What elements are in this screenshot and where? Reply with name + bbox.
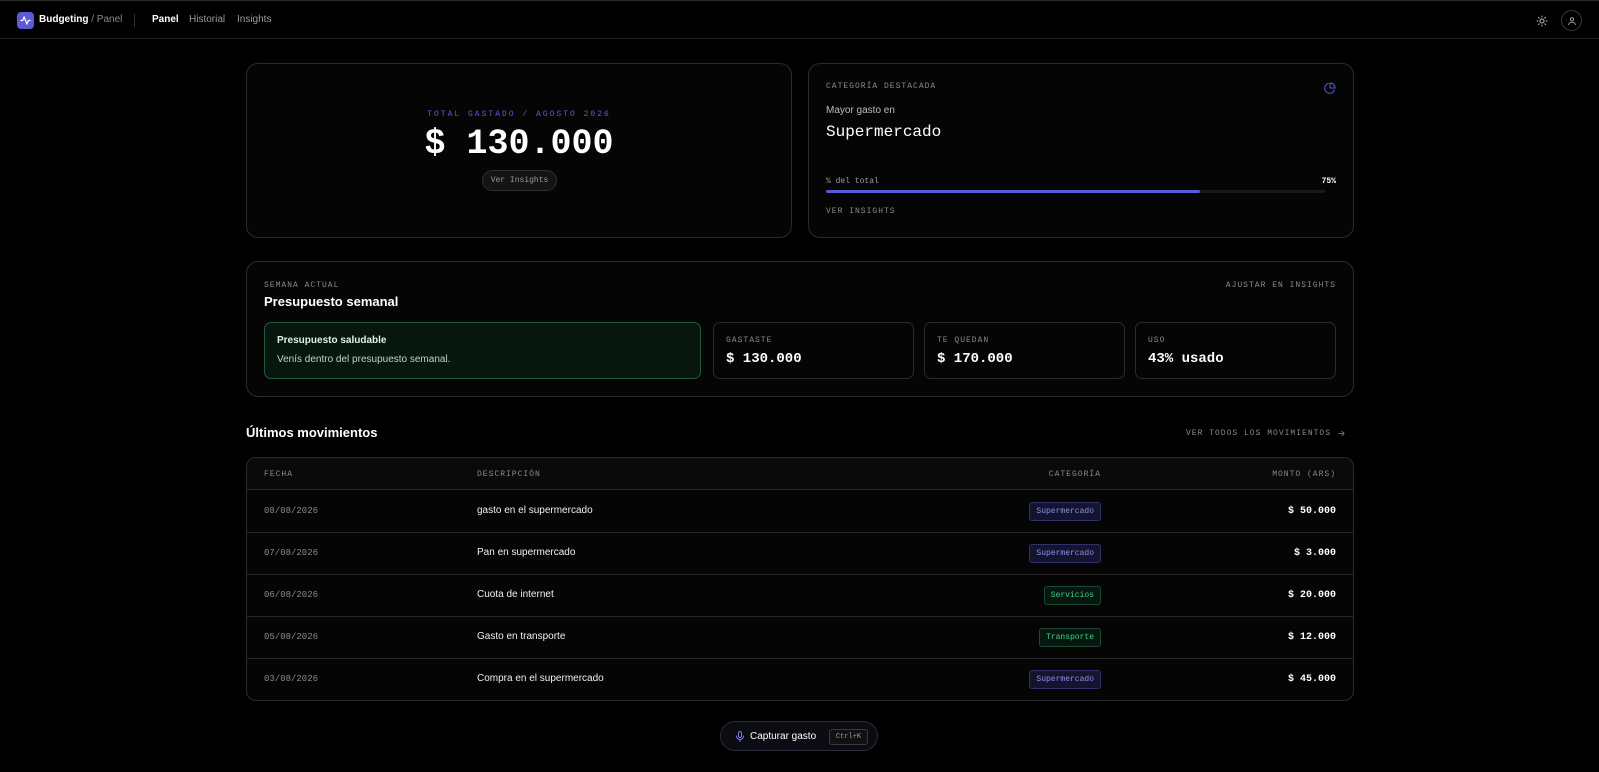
category-badge: Supermercado xyxy=(1029,502,1101,521)
keyboard-shortcut-badge: Ctrl+K xyxy=(829,729,868,745)
view-all-movements-label: VER TODOS LOS MOVIMIENTOS xyxy=(1186,429,1332,438)
ver-insights-link[interactable]: VER INSIGHTS xyxy=(826,207,896,216)
category-badge: Supermercado xyxy=(1029,544,1101,563)
row-description: gasto en el supermercado xyxy=(477,505,593,516)
featured-category-card: CATEGORÍA DESTACADA Mayor gasto en Super… xyxy=(808,63,1354,238)
weekly-budget-card: SEMANA ACTUAL Presupuesto semanal AJUSTA… xyxy=(246,261,1354,397)
category-badge: Transporte xyxy=(1038,628,1101,647)
ver-insights-button[interactable]: Ver Insights xyxy=(482,170,557,191)
stat-value: 43% usado xyxy=(1148,351,1224,367)
percent-progress-fill xyxy=(826,190,1201,193)
row-amount: $ 12.000 xyxy=(1287,632,1336,643)
row-amount: $ 45.000 xyxy=(1287,674,1336,685)
microphone-icon xyxy=(734,730,746,743)
row-amount: $ 50.000 xyxy=(1287,506,1336,517)
stat-usage: USO 43% usado xyxy=(1135,322,1336,379)
activity-icon[interactable] xyxy=(17,12,34,29)
capture-expense-button[interactable]: Capturar gasto Ctrl+K xyxy=(720,721,878,751)
brand-name[interactable]: Budgeting xyxy=(39,14,88,25)
table-header: FECHA DESCRIPCIÓN CATEGORÍA MONTO (ARS) xyxy=(247,458,1353,490)
nav-item-historial[interactable]: Historial xyxy=(189,14,225,25)
weekly-budget-title: Presupuesto semanal xyxy=(264,294,399,309)
stat-label: GASTASTE xyxy=(726,336,773,345)
nav-item-panel[interactable]: Panel xyxy=(152,14,179,25)
nav-divider xyxy=(134,14,135,27)
total-spent-value: $ 130.000 xyxy=(424,124,614,164)
column-header-description: DESCRIPCIÓN xyxy=(477,470,541,479)
row-date: 06/08/2026 xyxy=(264,590,319,600)
total-spent-label: TOTAL GASTADO / AGOSTO 2026 xyxy=(427,110,611,119)
stat-label: USO xyxy=(1148,336,1166,345)
total-spent-card: TOTAL GASTADO / AGOSTO 2026 $ 130.000 Ve… xyxy=(246,63,792,238)
row-date: 07/08/2026 xyxy=(264,548,319,558)
movements-title: Últimos movimientos xyxy=(246,425,378,440)
table-row[interactable]: 06/08/2026 Cuota de internet Servicios $… xyxy=(247,575,1353,617)
top-navigation: Budgeting / Panel Panel Historial Insigh… xyxy=(0,0,1599,39)
percent-total-value: 75% xyxy=(1321,177,1336,186)
stat-label: TE QUEDAN xyxy=(937,336,990,345)
table-row[interactable]: 05/08/2026 Gasto en transporte Transport… xyxy=(247,617,1353,659)
featured-category-subtitle: Mayor gasto en xyxy=(826,105,895,116)
stat-value: $ 170.000 xyxy=(937,351,1013,367)
row-date: 05/08/2026 xyxy=(264,632,319,642)
category-badge: Servicios xyxy=(1043,586,1101,605)
budget-health-title: Presupuesto saludable xyxy=(277,335,387,346)
breadcrumb-current: Panel xyxy=(96,14,123,25)
movements-table: FECHA DESCRIPCIÓN CATEGORÍA MONTO (ARS) … xyxy=(246,457,1354,701)
percent-total-label: % del total xyxy=(826,177,879,186)
budget-health-box: Presupuesto saludable Venís dentro del p… xyxy=(264,322,701,379)
featured-category-label: CATEGORÍA DESTACADA xyxy=(826,82,937,91)
row-amount: $ 3.000 xyxy=(1293,548,1336,559)
nav-item-insights[interactable]: Insights xyxy=(237,14,271,25)
breadcrumb-separator: / xyxy=(91,14,94,25)
budget-health-text: Venís dentro del presupuesto semanal. xyxy=(277,354,451,365)
user-icon[interactable] xyxy=(1561,10,1582,31)
adjust-in-insights-link[interactable]: AJUSTAR EN INSIGHTS xyxy=(1226,281,1336,290)
view-all-movements-link[interactable]: VER TODOS LOS MOVIMIENTOS xyxy=(1186,429,1346,438)
percent-progress-bar xyxy=(826,190,1325,193)
breadcrumb: Budgeting / Panel xyxy=(39,14,122,25)
pie-chart-icon xyxy=(1324,81,1336,94)
column-header-category: CATEGORÍA xyxy=(1048,470,1101,479)
stat-value: $ 130.000 xyxy=(726,351,802,367)
row-date: 03/08/2026 xyxy=(264,674,319,684)
row-description: Pan en supermercado xyxy=(477,547,576,558)
capture-expense-label: Capturar gasto xyxy=(750,731,817,742)
stat-spent: GASTASTE $ 130.000 xyxy=(713,322,914,379)
table-row[interactable]: 08/08/2026 gasto en el supermercado Supe… xyxy=(247,491,1353,533)
row-description: Compra en el supermercado xyxy=(477,673,604,684)
table-row[interactable]: 03/08/2026 Compra en el supermercado Sup… xyxy=(247,659,1353,700)
row-date: 08/08/2026 xyxy=(264,506,319,516)
column-header-amount: MONTO (ARS) xyxy=(1272,470,1336,479)
table-row[interactable]: 07/08/2026 Pan en supermercado Supermerc… xyxy=(247,533,1353,575)
stat-remaining: TE QUEDAN $ 170.000 xyxy=(924,322,1125,379)
category-badge: Supermercado xyxy=(1029,670,1101,689)
column-header-date: FECHA xyxy=(264,470,294,479)
row-amount: $ 20.000 xyxy=(1287,590,1336,601)
row-description: Cuota de internet xyxy=(477,589,554,600)
arrow-right-icon xyxy=(1338,430,1345,437)
row-description: Gasto en transporte xyxy=(477,631,566,642)
featured-category-name: Supermercado xyxy=(826,123,942,141)
current-week-label: SEMANA ACTUAL xyxy=(264,281,340,290)
sun-icon[interactable] xyxy=(1535,14,1549,28)
